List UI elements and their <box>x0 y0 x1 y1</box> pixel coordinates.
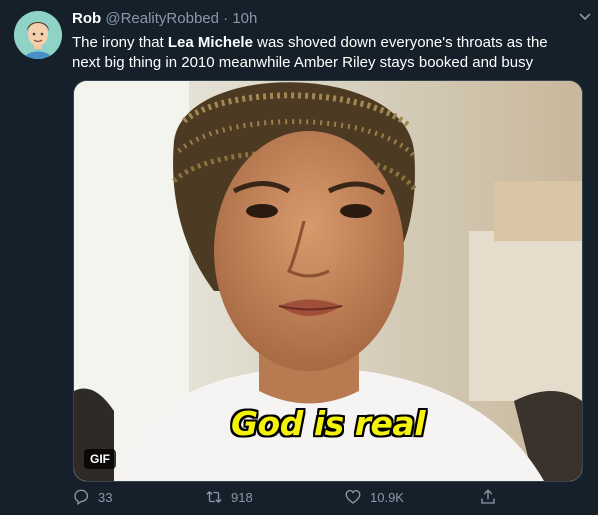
tweet-text: The irony that Lea Michele was shoved do… <box>72 33 572 73</box>
gif-caption: God is real <box>230 404 426 443</box>
retweet-icon <box>206 491 222 503</box>
tweet-header: Rob @RealityRobbed · 10h <box>72 10 578 30</box>
tweet[interactable]: Rob @RealityRobbed · 10h The irony that … <box>0 0 598 515</box>
avatar[interactable] <box>14 11 62 59</box>
reply-button[interactable]: 33 <box>72 486 112 508</box>
timestamp[interactable]: 10h <box>232 10 257 27</box>
reply-icon <box>74 489 89 506</box>
gif-media[interactable]: God is real GIF <box>73 80 583 482</box>
author-handle[interactable]: @RealityRobbed <box>105 10 219 27</box>
reply-count: 33 <box>98 489 113 505</box>
author-name[interactable]: Rob <box>72 10 101 27</box>
like-count: 10.9K <box>370 489 404 505</box>
separator-dot: · <box>223 10 229 27</box>
avatar-image <box>14 11 62 59</box>
retweet-count: 918 <box>231 489 253 505</box>
gif-badge: GIF <box>84 449 116 469</box>
heart-icon <box>345 489 361 504</box>
chevron-down-icon[interactable] <box>578 12 592 22</box>
share-button[interactable] <box>479 486 505 508</box>
action-bar: 33 918 10.9K <box>72 486 512 510</box>
tweet-text-bold: Lea Michele <box>167 34 253 51</box>
retweet-button[interactable]: 918 <box>205 486 253 508</box>
like-button[interactable]: 10.9K <box>344 486 404 508</box>
share-icon <box>481 489 495 504</box>
tweet-text-start: The irony that <box>72 34 168 51</box>
